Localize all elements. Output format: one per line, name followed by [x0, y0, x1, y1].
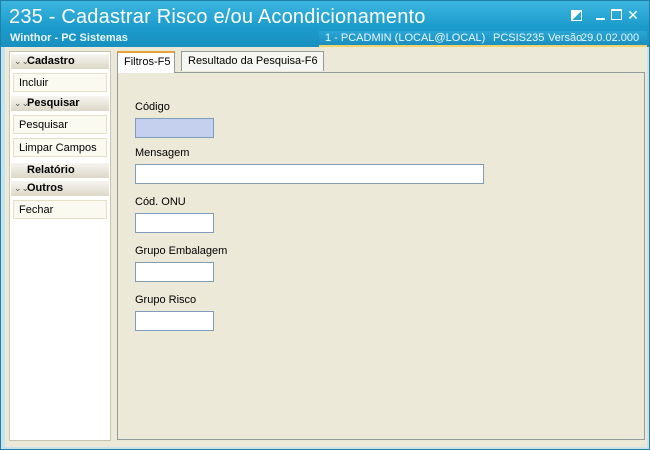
tab-filtros[interactable]: Filtros-F5	[117, 51, 175, 73]
tab-resultado-pesquisa[interactable]: Resultado da Pesquisa-F6	[181, 51, 324, 71]
app-window: 235 - Cadastrar Risco e/ou Acondicioname…	[0, 0, 650, 450]
limpar-campos-button[interactable]: Limpar Campos	[13, 138, 107, 157]
window-title: 235 - Cadastrar Risco e/ou Acondicioname…	[9, 6, 426, 28]
group-header-outros[interactable]: ⌄⌄ Outros	[11, 181, 109, 196]
tab-control: Filtros-F5 Resultado da Pesquisa-F6 Códi…	[117, 51, 645, 441]
grupo-risco-label: Grupo Risco	[135, 294, 197, 306]
grupo-embalagem-label: Grupo Embalagem	[135, 245, 228, 257]
group-label-pesquisar: Pesquisar	[27, 97, 80, 109]
codigo-field[interactable]	[135, 118, 214, 138]
incluir-button[interactable]: Incluir	[13, 73, 107, 92]
version-label: Versão	[548, 32, 583, 44]
connection-info: 1 - PCADMIN (LOCAL@LOCAL)	[325, 32, 486, 44]
group-header-relatorio[interactable]: Relatório	[11, 163, 109, 178]
close-icon[interactable]: ✕	[625, 7, 641, 23]
mensagem-label: Mensagem	[135, 147, 190, 159]
group-label-relatorio: Relatório	[27, 164, 75, 176]
module-code: PCSIS235	[493, 32, 545, 44]
grupo-embalagem-field[interactable]	[135, 262, 214, 282]
group-label-cadastro: Cadastro	[27, 55, 75, 67]
filters-panel: Código Mensagem Cód. ONU Grupo Embalagem…	[117, 72, 645, 440]
minimize-icon[interactable]	[593, 7, 609, 23]
pesquisar-button[interactable]: Pesquisar	[13, 115, 107, 134]
mensagem-field[interactable]	[135, 164, 484, 184]
cod-onu-label: Cód. ONU	[135, 196, 186, 208]
group-header-cadastro[interactable]: ⌄⌄ Cadastro	[11, 54, 109, 69]
maximize-icon[interactable]	[609, 7, 625, 23]
version-number: 29.0.02.000	[581, 32, 640, 44]
grupo-risco-field[interactable]	[135, 311, 214, 331]
window-controls: ✕	[569, 7, 639, 23]
fechar-button[interactable]: Fechar	[13, 200, 107, 219]
group-header-pesquisar[interactable]: ⌄⌄ Pesquisar	[11, 96, 109, 111]
group-label-outros: Outros	[27, 182, 64, 194]
client-area: ⌄⌄ Cadastro Incluir ⌄⌄ Pesquisar Pesquis…	[5, 47, 647, 447]
cod-onu-field[interactable]	[135, 213, 214, 233]
codigo-label: Código	[135, 101, 170, 113]
status-strip: 1 - PCADMIN (LOCAL@LOCAL) PCSIS235 Versã…	[319, 31, 647, 47]
restore-icon[interactable]	[569, 7, 585, 23]
title-bar[interactable]: 235 - Cadastrar Risco e/ou Acondicioname…	[1, 1, 649, 47]
window-subtitle: Winthor - PC Sistemas	[10, 32, 128, 44]
action-sidebar: ⌄⌄ Cadastro Incluir ⌄⌄ Pesquisar Pesquis…	[9, 51, 111, 441]
